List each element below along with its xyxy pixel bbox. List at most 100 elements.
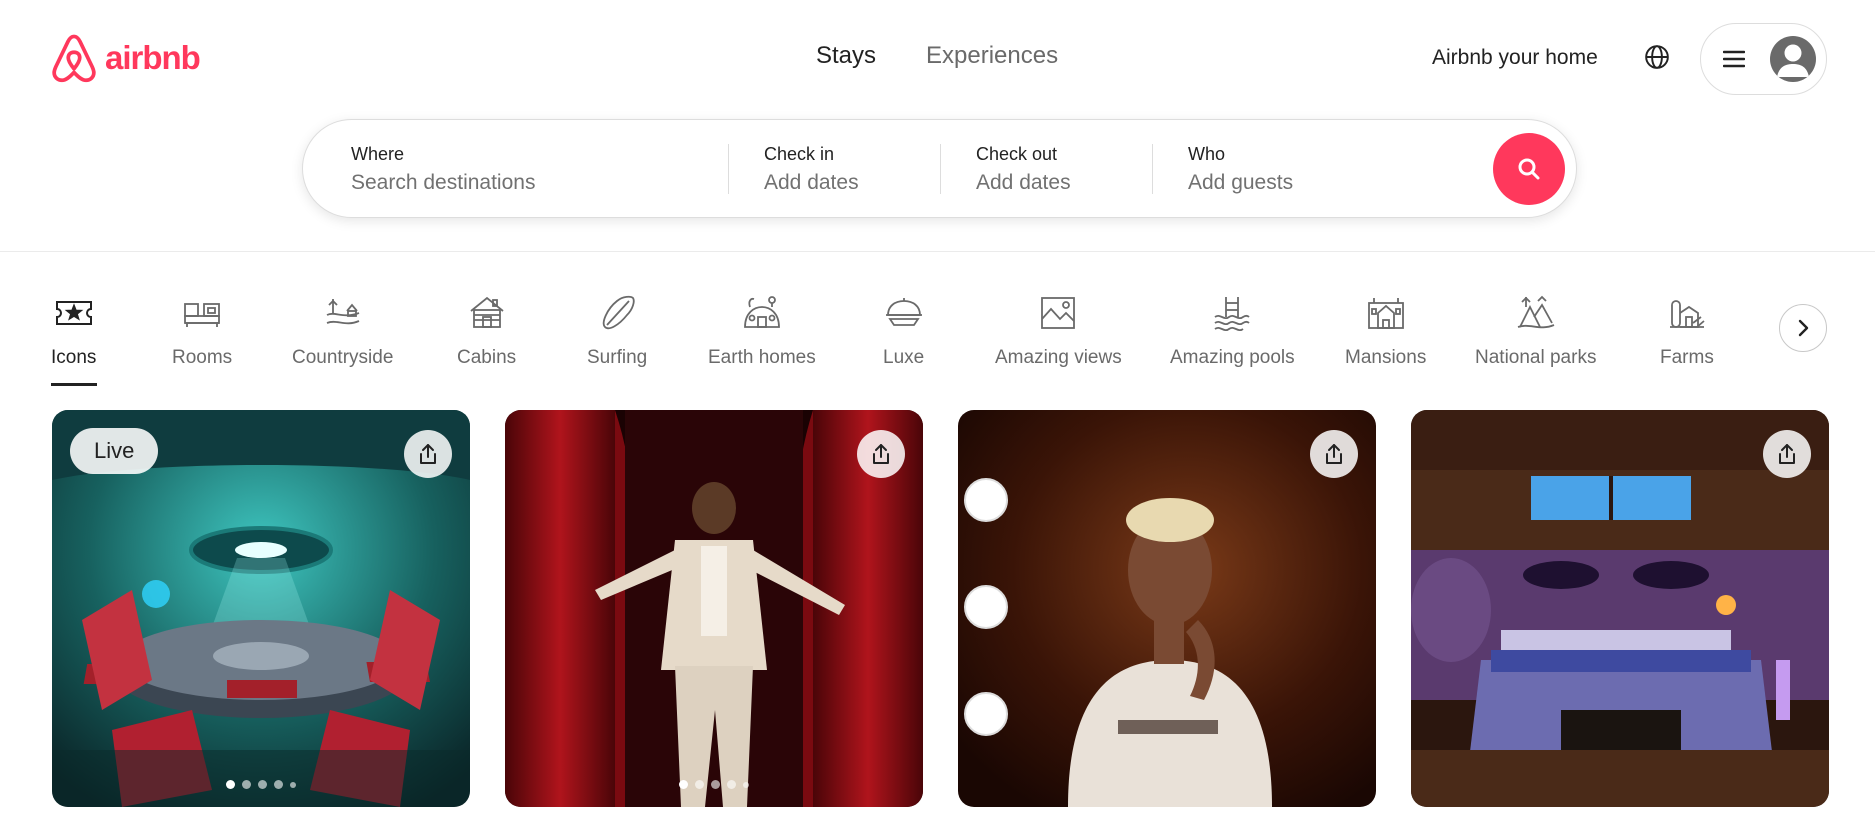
category-national-parks[interactable]: National parks — [1475, 293, 1596, 369]
carousel-dots — [679, 780, 749, 789]
listing-card[interactable] — [958, 410, 1376, 807]
categories-next-button[interactable] — [1779, 304, 1827, 352]
carousel-dot[interactable] — [290, 781, 296, 788]
share-icon — [1779, 444, 1795, 464]
field-divider — [728, 144, 729, 194]
category-label: Rooms — [172, 347, 233, 368]
carousel-dot[interactable] — [258, 780, 267, 789]
share-button[interactable] — [404, 430, 452, 478]
category-label: Luxe — [883, 347, 925, 368]
share-button[interactable] — [857, 430, 905, 478]
category-surfing[interactable]: Surfing — [587, 293, 647, 369]
field-divider — [940, 144, 941, 194]
category-label: Amazing views — [995, 347, 1122, 368]
category-label: Surfing — [587, 347, 648, 368]
category-farms[interactable]: Farms — [1660, 293, 1714, 369]
listing-photo-stage-curtains — [505, 410, 923, 807]
cabin-icon — [470, 296, 504, 328]
category-label: National parks — [1475, 347, 1597, 368]
who-placeholder: Add guests — [1188, 171, 1294, 194]
tab-experiences[interactable]: Experiences — [926, 42, 1058, 70]
listing-photo-vanity-portrait — [958, 410, 1376, 807]
check-in-label: Check in — [764, 144, 835, 164]
search-bar: Where Search destinations Check in Add d… — [302, 119, 1577, 218]
airbnb-logo[interactable]: airbnb — [51, 33, 201, 83]
vanity-light — [964, 585, 1008, 629]
who-label: Who — [1188, 144, 1226, 164]
header: airbnb Stays Experiences Airbnb your hom… — [0, 0, 1875, 252]
airbnb-wordmark: airbnb — [105, 39, 201, 76]
category-label: Mansions — [1345, 347, 1427, 368]
category-label: Countryside — [292, 347, 394, 368]
cloche-icon — [885, 298, 922, 326]
carousel-dot[interactable] — [242, 780, 251, 789]
category-label: Cabins — [457, 347, 517, 368]
stays-experiences-nav: Stays Experiences — [816, 42, 1058, 70]
carousel-dot[interactable] — [743, 781, 749, 788]
category-cabins[interactable]: Cabins — [457, 293, 516, 369]
carousel-dots — [226, 780, 296, 789]
chevron-right-icon — [1798, 319, 1809, 337]
tab-stays[interactable]: Stays — [816, 42, 876, 70]
farm-icon — [1669, 300, 1705, 328]
carousel-dot[interactable] — [695, 780, 704, 789]
airbnb-logo-icon — [52, 34, 96, 83]
national-park-icon — [1517, 295, 1555, 329]
category-earth-homes[interactable]: Earth homes — [708, 293, 816, 369]
surfboard-icon — [602, 295, 635, 330]
category-countryside[interactable]: Countryside — [292, 293, 393, 369]
pool-icon — [1214, 297, 1250, 332]
share-button[interactable] — [1310, 430, 1358, 478]
search-icon — [1518, 158, 1540, 180]
airbnb-your-home-link[interactable]: Airbnb your home — [1432, 46, 1598, 70]
listing-photo-purple-bedroom — [1411, 410, 1829, 807]
carousel-dot[interactable] — [274, 780, 283, 789]
share-button[interactable] — [1763, 430, 1811, 478]
search-button[interactable] — [1493, 133, 1565, 205]
share-icon — [1326, 444, 1342, 464]
category-amazing-views[interactable]: Amazing views — [995, 293, 1122, 369]
category-icons[interactable]: Icons — [51, 293, 96, 369]
active-category-indicator — [51, 383, 97, 386]
mountain-view-icon — [1041, 297, 1076, 329]
carousel-dot[interactable] — [727, 780, 736, 789]
bed-icon — [184, 303, 220, 327]
profile-menu-button[interactable] — [1700, 23, 1827, 95]
earth-home-icon — [743, 296, 780, 328]
avatar — [1770, 36, 1816, 82]
vanity-light — [964, 692, 1008, 736]
category-amazing-pools[interactable]: Amazing pools — [1170, 293, 1295, 369]
category-mansions[interactable]: Mansions — [1345, 293, 1426, 369]
share-icon — [873, 444, 889, 464]
mansion-icon — [1367, 298, 1404, 329]
category-luxe[interactable]: Luxe — [883, 293, 924, 369]
globe-icon — [1645, 45, 1669, 69]
listing-card[interactable]: Live — [52, 410, 470, 807]
category-bar: Icons Rooms Countryside Cabins Surfing E… — [0, 253, 1875, 388]
carousel-dot[interactable] — [226, 780, 235, 789]
field-divider — [1152, 144, 1153, 194]
who-field[interactable]: Who Add guests — [1188, 120, 1478, 217]
ticket-star-icon — [55, 301, 92, 325]
carousel-dot[interactable] — [711, 780, 720, 789]
check-in-placeholder: Add dates — [764, 171, 859, 194]
category-label: Farms — [1660, 347, 1714, 368]
hamburger-menu-icon — [1723, 50, 1745, 68]
listing-card[interactable] — [505, 410, 923, 807]
listing-card[interactable] — [1411, 410, 1829, 807]
vanity-light — [964, 478, 1008, 522]
check-out-field[interactable]: Check out Add dates — [976, 120, 1156, 217]
language-button[interactable] — [1640, 40, 1674, 74]
live-badge: Live — [70, 428, 159, 474]
where-placeholder: Search destinations — [351, 171, 536, 194]
category-label: Earth homes — [708, 347, 816, 368]
category-label: Amazing pools — [1170, 347, 1295, 368]
carousel-dot[interactable] — [679, 780, 688, 789]
countryside-icon — [326, 299, 360, 325]
check-out-placeholder: Add dates — [976, 171, 1071, 194]
where-field[interactable]: Where Search destinations — [351, 120, 701, 217]
category-rooms[interactable]: Rooms — [172, 293, 232, 369]
category-label: Icons — [51, 347, 97, 368]
share-icon — [420, 444, 436, 464]
check-in-field[interactable]: Check in Add dates — [764, 120, 944, 217]
